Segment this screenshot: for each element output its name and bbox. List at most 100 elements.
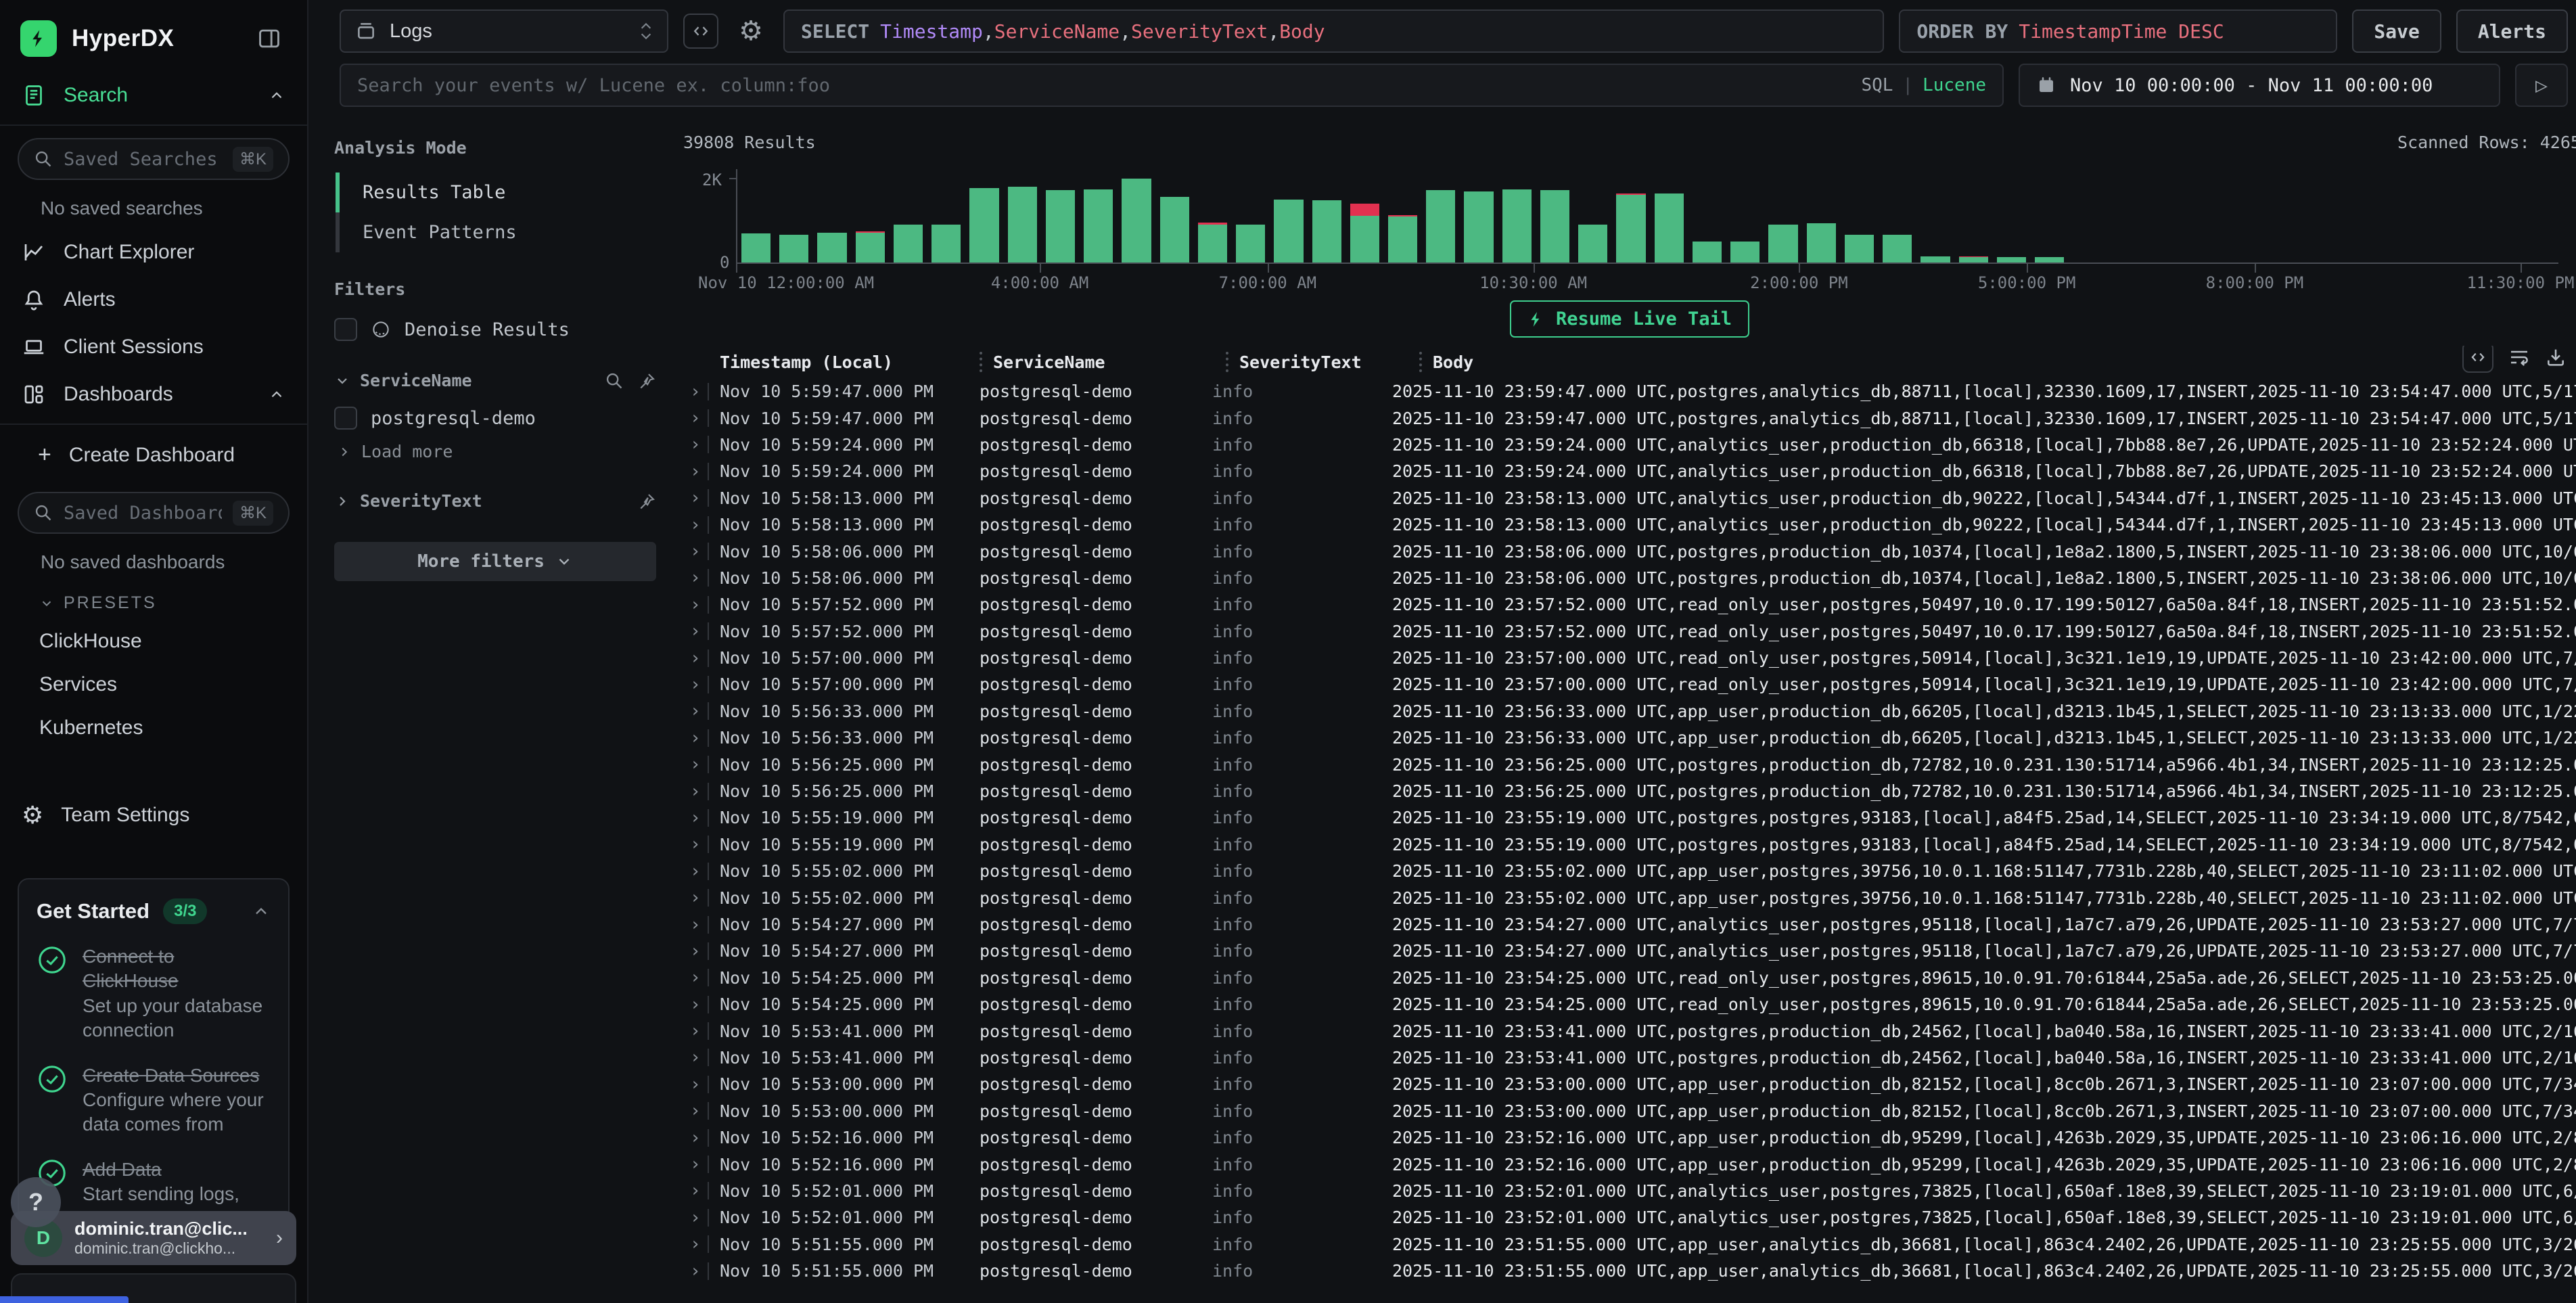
preset-item-kubernetes[interactable]: Kubernetes [0, 706, 307, 750]
presets-header[interactable]: PRESETS [0, 582, 307, 620]
row-expander[interactable]: › [683, 808, 716, 828]
query-settings-gear-icon[interactable]: ⚙ [733, 14, 768, 49]
row-expander[interactable]: › [683, 781, 716, 802]
row-expander[interactable]: › [683, 461, 716, 482]
row-expander[interactable]: › [683, 541, 716, 562]
event-search-input[interactable] [357, 75, 1847, 96]
row-expander[interactable]: › [683, 1101, 716, 1121]
row-expander[interactable]: › [683, 1047, 716, 1068]
row-expander[interactable]: › [683, 728, 716, 748]
download-icon[interactable] [2545, 346, 2567, 368]
pin-icon[interactable] [637, 492, 656, 511]
row-expander[interactable]: › [683, 675, 716, 695]
table-row[interactable]: ›Nov 10 5:59:47.000 PMpostgresql-demoinf… [683, 405, 2576, 431]
row-expander[interactable]: › [683, 1234, 716, 1254]
table-row[interactable]: ›Nov 10 5:53:00.000 PMpostgresql-demoinf… [683, 1071, 2576, 1097]
get-started-step[interactable]: Connect to ClickHouse Set up your databa… [37, 944, 271, 1043]
order-by-input[interactable]: ORDER BY TimestampTime DESC [1899, 9, 2337, 53]
row-expander[interactable]: › [683, 1181, 716, 1201]
help-button[interactable]: ? [11, 1177, 61, 1227]
row-expander[interactable]: › [683, 434, 716, 455]
more-filters-button[interactable]: More filters [334, 542, 656, 581]
table-row[interactable]: ›Nov 10 5:54:25.000 PMpostgresql-demoinf… [683, 965, 2576, 991]
table-row[interactable]: ›Nov 10 5:56:25.000 PMpostgresql-demoinf… [683, 778, 2576, 804]
table-row[interactable]: ›Nov 10 5:58:13.000 PMpostgresql-demoinf… [683, 511, 2576, 538]
run-query-button[interactable]: ▷ [2515, 64, 2568, 107]
sidebar-item-alerts[interactable]: Alerts [0, 276, 307, 323]
row-expander[interactable]: › [683, 888, 716, 908]
sql-mode-toggle[interactable]: SQL [1861, 75, 1893, 95]
table-row[interactable]: ›Nov 10 5:53:00.000 PMpostgresql-demoinf… [683, 1098, 2576, 1124]
table-row[interactable]: ›Nov 10 5:59:24.000 PMpostgresql-demoinf… [683, 432, 2576, 458]
table-row[interactable]: ›Nov 10 5:55:02.000 PMpostgresql-demoinf… [683, 884, 2576, 911]
table-row[interactable]: ›Nov 10 5:57:00.000 PMpostgresql-demoinf… [683, 645, 2576, 671]
select-query-input[interactable]: SELECTTimestamp,ServiceName,SeverityText… [783, 9, 1884, 53]
row-expander[interactable]: › [683, 621, 716, 641]
saved-dashboards-box[interactable]: ⌘K [18, 492, 290, 534]
column-resize-handle[interactable] [1419, 352, 1422, 372]
saved-searches-box[interactable]: ⌘K [18, 138, 290, 180]
row-expander[interactable]: › [683, 1154, 716, 1174]
denoise-checkbox[interactable] [334, 318, 357, 341]
table-row[interactable]: ›Nov 10 5:51:55.000 PMpostgresql-demoinf… [683, 1231, 2576, 1258]
table-row[interactable]: ›Nov 10 5:58:06.000 PMpostgresql-demoinf… [683, 538, 2576, 564]
denoise-results-option[interactable]: Denoise Results [334, 318, 656, 341]
row-expander[interactable]: › [683, 1208, 716, 1228]
table-row[interactable]: ›Nov 10 5:52:16.000 PMpostgresql-demoinf… [683, 1124, 2576, 1151]
service-checkbox[interactable] [334, 407, 357, 430]
table-row[interactable]: ›Nov 10 5:52:01.000 PMpostgresql-demoinf… [683, 1204, 2576, 1231]
code-view-button[interactable] [683, 14, 718, 49]
source-select[interactable]: Logs [340, 9, 668, 53]
row-expander[interactable]: › [683, 701, 716, 721]
row-expander[interactable]: › [683, 1261, 716, 1281]
row-expander[interactable]: › [683, 515, 716, 535]
table-row[interactable]: ›Nov 10 5:59:47.000 PMpostgresql-demoinf… [683, 378, 2576, 405]
events-histogram[interactable]: 2K 0 [736, 169, 2558, 264]
sidebar-item-search[interactable]: Search [0, 72, 307, 119]
row-expander[interactable]: › [683, 941, 716, 961]
row-expander[interactable]: › [683, 754, 716, 775]
table-row[interactable]: ›Nov 10 5:52:16.000 PMpostgresql-demoinf… [683, 1151, 2576, 1177]
row-expander[interactable]: › [683, 488, 716, 508]
table-row[interactable]: ›Nov 10 5:58:13.000 PMpostgresql-demoinf… [683, 485, 2576, 511]
table-row[interactable]: ›Nov 10 5:56:33.000 PMpostgresql-demoinf… [683, 725, 2576, 751]
event-search-box[interactable]: SQL | Lucene [340, 64, 2004, 107]
row-expander[interactable]: › [683, 967, 716, 988]
table-row[interactable]: ›Nov 10 5:52:01.000 PMpostgresql-demoinf… [683, 1178, 2576, 1204]
table-row[interactable]: ›Nov 10 5:57:00.000 PMpostgresql-demoinf… [683, 671, 2576, 698]
saved-searches-input[interactable] [64, 149, 222, 170]
chevron-up-icon[interactable] [252, 902, 271, 921]
alerts-button[interactable]: Alerts [2456, 9, 2568, 53]
row-expander[interactable]: › [683, 408, 716, 428]
column-resize-handle[interactable] [1226, 352, 1228, 372]
load-more-button[interactable]: Load more [337, 442, 656, 461]
row-expander[interactable]: › [683, 861, 716, 882]
column-config-button[interactable] [2462, 346, 2493, 373]
sidebar-item-team-settings[interactable]: ⚙ Team Settings [0, 792, 307, 839]
filter-option-postgresql-demo[interactable]: postgresql-demo [334, 407, 656, 430]
row-expander[interactable]: › [683, 1074, 716, 1095]
table-row[interactable]: ›Nov 10 5:57:52.000 PMpostgresql-demoinf… [683, 618, 2576, 645]
mode-event-patterns[interactable]: Event Patterns [336, 212, 656, 252]
row-expander[interactable]: › [683, 595, 716, 615]
table-row[interactable]: ›Nov 10 5:56:33.000 PMpostgresql-demoinf… [683, 698, 2576, 725]
date-range-picker[interactable]: Nov 10 00:00:00 - Nov 11 00:00:00 [2019, 64, 2500, 107]
preset-item-services[interactable]: Services [0, 663, 307, 706]
preset-item-clickhouse[interactable]: ClickHouse [0, 620, 307, 663]
row-expander[interactable]: › [683, 648, 716, 668]
pin-icon[interactable] [637, 371, 656, 390]
row-expander[interactable]: › [683, 915, 716, 935]
table-row[interactable]: ›Nov 10 5:59:24.000 PMpostgresql-demoinf… [683, 458, 2576, 484]
row-expander[interactable]: › [683, 995, 716, 1015]
sidebar-item-dashboards[interactable]: Dashboards [0, 371, 307, 418]
resume-live-tail-button[interactable]: Resume Live Tail [1510, 300, 1749, 338]
row-expander[interactable]: › [683, 568, 716, 588]
sidebar-item-client-sessions[interactable]: Client Sessions [0, 323, 307, 371]
create-dashboard-button[interactable]: + Create Dashboard [0, 430, 307, 480]
sidebar-collapse-icon[interactable] [252, 21, 287, 56]
lucene-mode-toggle[interactable]: Lucene [1923, 75, 1986, 95]
get-started-step[interactable]: Create Data Sources Configure where your… [37, 1064, 271, 1137]
row-expander[interactable]: › [683, 1128, 716, 1148]
column-resize-handle[interactable] [980, 352, 982, 372]
sidebar-item-chart-explorer[interactable]: Chart Explorer [0, 229, 307, 276]
